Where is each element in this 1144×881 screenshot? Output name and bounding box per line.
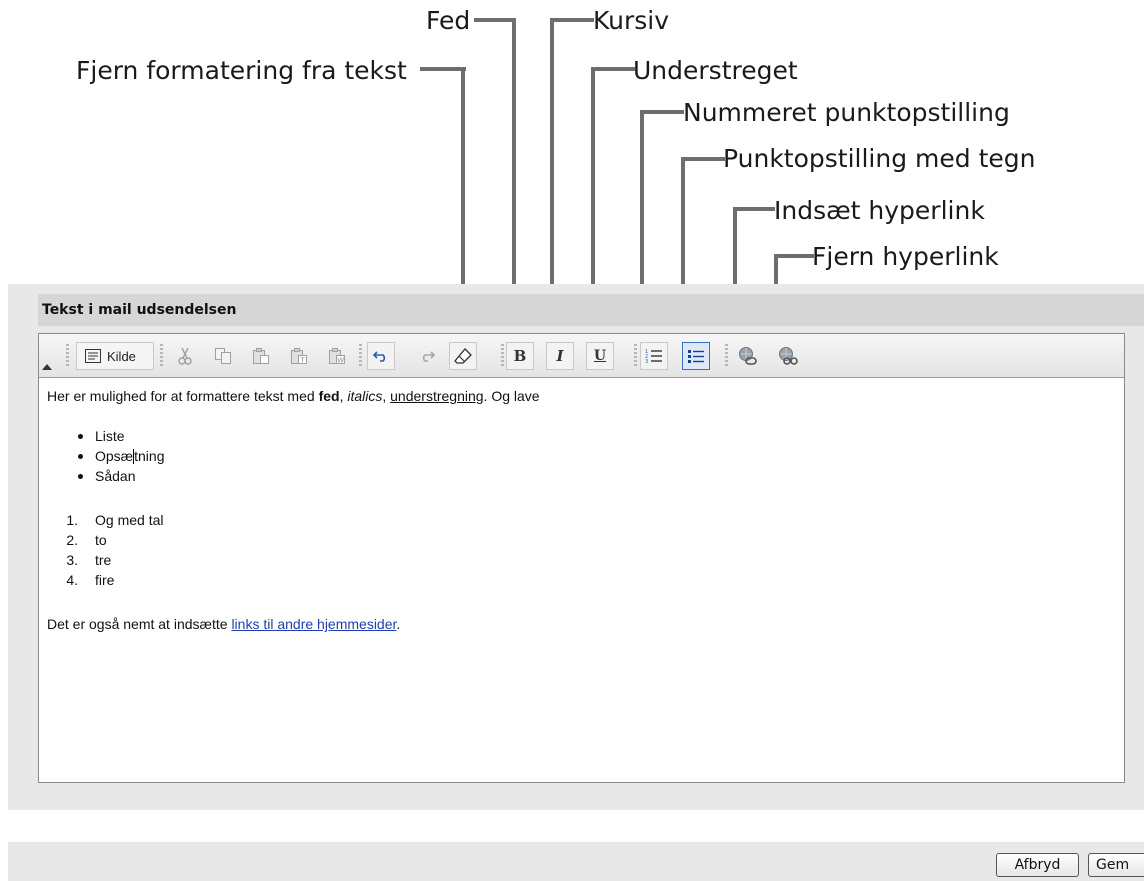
remove-link-button[interactable]	[774, 342, 802, 370]
italic-text: italics	[347, 388, 383, 404]
list-text: Og med tal	[95, 512, 164, 528]
rich-text-editor: Kilde T W B I U 1 2 3 Her er mulighed fo…	[38, 333, 1125, 783]
text-run: Det er også nemt at indsætte	[47, 616, 232, 632]
bullet-item: Liste	[78, 426, 1116, 446]
redo-icon	[422, 351, 435, 362]
eraser-icon	[454, 348, 472, 364]
annotation-fjern-link: Fjern hyperlink	[812, 242, 999, 271]
cancel-button[interactable]: Afbryd	[996, 853, 1079, 877]
editor-content[interactable]: Her er mulighed for at formattere tekst …	[47, 386, 1116, 634]
numbered-item: 4. fire	[66, 570, 1116, 590]
bold-text: fed	[318, 388, 340, 404]
content-paragraph: Det er også nemt at indsætte links til a…	[47, 614, 1116, 634]
paste-text-icon: T	[291, 348, 307, 365]
ordered-list-button[interactable]: 123	[640, 342, 668, 370]
list-number: 4.	[66, 572, 78, 588]
hyperlink[interactable]: links til andre hjemmesider	[231, 616, 396, 632]
underline-button[interactable]: U	[586, 342, 614, 370]
paste-word-button[interactable]: W	[323, 342, 351, 370]
panel-title: Tekst i mail udsendelsen	[42, 302, 237, 318]
footer-bar	[8, 842, 1144, 881]
bullet-list-icon	[688, 350, 704, 363]
toolbar-separator	[725, 344, 728, 368]
copy-button[interactable]	[209, 342, 237, 370]
svg-text:3: 3	[645, 359, 648, 365]
bullet-item: Sådan	[78, 466, 1116, 486]
paste-icon	[253, 348, 269, 364]
source-button[interactable]: Kilde	[76, 342, 154, 370]
text-run: Her er mulighed for at formattere tekst …	[47, 388, 319, 404]
source-label: Kilde	[107, 348, 136, 364]
annotation-indsaet-link: Indsæt hyperlink	[774, 196, 985, 225]
list-text: tre	[95, 552, 112, 568]
annotation-understreget: Understreget	[633, 56, 798, 85]
cut-icon	[178, 347, 192, 365]
annotation-punkt-tegn: Punktopstilling med tegn	[723, 144, 1036, 173]
list-text: fire	[95, 572, 115, 588]
bullet-item: Opsætning	[78, 446, 1116, 466]
paste-button[interactable]	[247, 342, 275, 370]
collapse-toolbar-icon[interactable]	[42, 364, 52, 370]
bullet-list: Liste Opsætning Sådan	[47, 426, 1116, 486]
link-icon	[739, 347, 757, 365]
text-run: Opsæ	[95, 448, 134, 464]
numbered-list: 1. Og med tal 2. to 3. tre 4. fire	[47, 510, 1116, 590]
annotation-kursiv: Kursiv	[593, 6, 670, 35]
bullet-list-button[interactable]	[682, 342, 710, 370]
undo-button[interactable]	[367, 342, 395, 370]
toolbar-separator	[66, 344, 69, 368]
list-text: to	[95, 532, 107, 548]
unlink-icon	[779, 347, 798, 365]
toolbar-separator	[160, 344, 163, 368]
paste-text-button[interactable]: T	[285, 342, 313, 370]
text-run: tning	[134, 448, 165, 464]
remove-format-button[interactable]	[449, 342, 477, 370]
copy-icon	[215, 348, 231, 364]
annotation-fed: Fed	[426, 6, 471, 35]
list-number: 1.	[66, 512, 78, 528]
paste-word-icon: W	[329, 348, 345, 365]
ordered-list-icon: 123	[645, 349, 662, 365]
text-run: . Og lave	[483, 388, 540, 404]
cut-button[interactable]	[171, 342, 199, 370]
numbered-item: 2. to	[66, 530, 1116, 550]
svg-text:T: T	[300, 357, 306, 365]
text-run: .	[396, 616, 401, 632]
content-paragraph: Her er mulighed for at formattere tekst …	[47, 386, 1116, 406]
numbered-item: 3. tre	[66, 550, 1116, 570]
list-number: 2.	[66, 532, 78, 548]
annotation-fjern-formatering: Fjern formatering fra tekst	[76, 56, 407, 85]
toolbar-separator	[634, 344, 637, 368]
bold-button[interactable]: B	[506, 342, 534, 370]
text-run: ,	[382, 388, 391, 404]
source-icon	[85, 349, 101, 363]
toolbar-separator	[501, 344, 504, 368]
underlined-text: understregning	[390, 388, 484, 404]
insert-link-button[interactable]	[734, 342, 762, 370]
undo-icon	[373, 351, 386, 362]
list-number: 3.	[66, 552, 78, 568]
save-button[interactable]: Gem	[1088, 853, 1144, 877]
editor-toolbar: Kilde T W B I U 1 2 3	[39, 334, 1124, 378]
italic-button[interactable]: I	[546, 342, 574, 370]
numbered-item: 1. Og med tal	[66, 510, 1116, 530]
annotation-nummereret: Nummeret punktopstilling	[683, 98, 1010, 127]
toolbar-separator	[359, 344, 362, 368]
svg-text:W: W	[337, 357, 344, 365]
redo-button[interactable]	[413, 342, 441, 370]
